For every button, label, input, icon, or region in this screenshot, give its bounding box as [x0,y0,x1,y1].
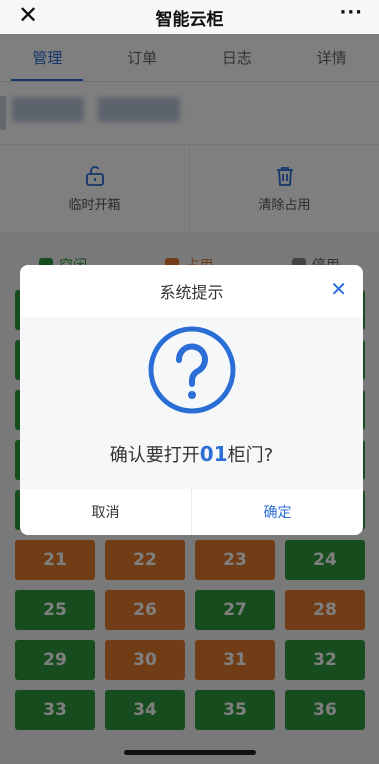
cancel-button[interactable]: 取消 [20,489,191,535]
dialog-header: 系统提示 ✕ [20,265,363,317]
confirm-dialog: 系统提示 ✕ 确认要打开 01 柜门? 取消 确定 [20,265,363,535]
dialog-body: 确认要打开 01 柜门? [20,317,363,489]
close-icon[interactable]: ✕ [330,279,347,299]
question-icon [148,326,235,414]
title-bar: ✕ 智能云柜 ··· [0,0,379,34]
message-prefix: 确认要打开 [109,445,200,466]
close-icon[interactable]: ✕ [18,3,38,27]
message-suffix: 柜门? [227,445,274,466]
dialog-footer: 取消 确定 [20,489,363,535]
dialog-title: 系统提示 [159,283,224,302]
dialog-message: 确认要打开 01 柜门? [110,441,273,467]
locker-number: 01 [199,442,228,466]
app-title: 智能云柜 [155,9,224,30]
home-indicator [124,750,256,755]
confirm-button[interactable]: 确定 [191,489,363,535]
more-menu-icon[interactable]: ··· [339,2,363,23]
